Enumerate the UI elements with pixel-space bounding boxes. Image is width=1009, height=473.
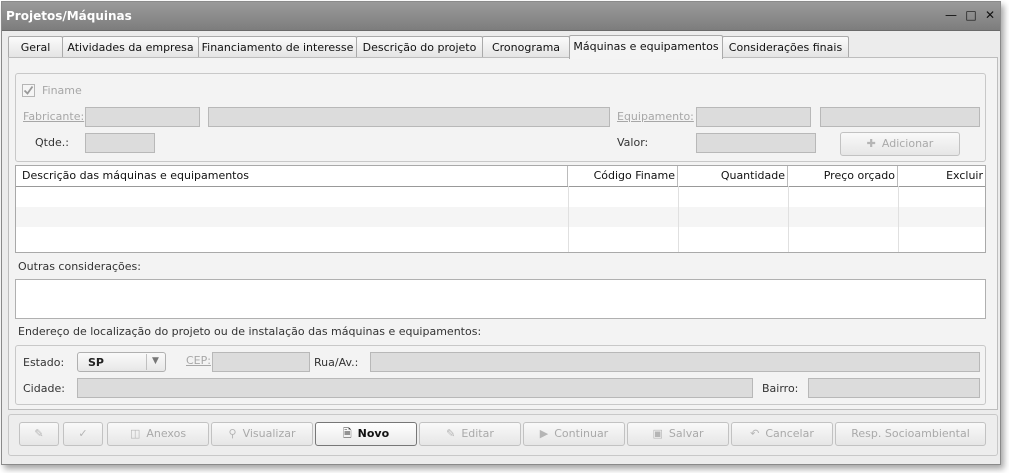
estado-select[interactable]: SP ▼ [77, 352, 166, 372]
magnifier-icon: ⚲ [228, 427, 237, 440]
novo-button[interactable]: 🗎 Novo [315, 422, 417, 446]
tab-consideracoes[interactable]: Considerações finais [722, 36, 849, 58]
combo-divider [146, 354, 147, 370]
rua-label: Rua/Av.: [314, 356, 359, 369]
tab-descricao[interactable]: Descrição do projeto [356, 36, 483, 58]
table-row [16, 207, 985, 227]
cancelar-button[interactable]: ↶ Cancelar [731, 422, 833, 446]
table-row [16, 187, 985, 207]
check-note-icon: ✓ [78, 427, 88, 440]
fabricante-code-field[interactable] [85, 107, 200, 127]
table-header: Descrição das máquinas e equipamentos Có… [16, 166, 985, 187]
floppy-icon: ▣ [652, 427, 663, 440]
undo-arrow-icon: ↶ [750, 427, 760, 440]
finame-label: Finame [42, 84, 82, 97]
valor-label: Valor: [617, 136, 649, 149]
window-title: Projetos/Máquinas [6, 9, 132, 23]
valor-field[interactable] [696, 133, 816, 153]
resp-socioambiental-button[interactable]: Resp. Socioambiental [835, 422, 986, 446]
rua-field[interactable] [370, 352, 980, 372]
endereco-section-label: Endereço de localização do projeto ou de… [18, 325, 482, 338]
editar-button[interactable]: ✎ Editar [419, 422, 521, 446]
salvar-button[interactable]: ▣ Salvar [627, 422, 729, 446]
table-row [16, 227, 985, 247]
novo-label: Novo [357, 427, 390, 440]
col-excluir[interactable]: Excluir [898, 166, 985, 186]
qtde-field[interactable] [85, 133, 155, 153]
fabricante-name-field[interactable] [208, 107, 610, 127]
col-preco-orcado[interactable]: Preço orçado [788, 166, 898, 186]
salvar-label: Salvar [668, 427, 704, 440]
column-divider [788, 186, 789, 252]
continuar-button[interactable]: ▶ Continuar [523, 422, 625, 446]
play-icon: ▶ [539, 427, 549, 440]
note-edit-button[interactable]: ✎ [19, 422, 59, 446]
visualizar-label: Visualizar [242, 427, 296, 440]
continuar-label: Continuar [554, 427, 609, 440]
equipment-entry-group: Finame Fabricante: Equipamento: Qtde.: V… [15, 73, 986, 162]
action-toolbar: ✎ ✓ ◫ Anexos ⚲ Visualizar 🗎 Novo ✎ Editar ▶ C… [8, 414, 998, 456]
col-quantidade[interactable]: Quantidade [678, 166, 788, 186]
bairro-field[interactable] [808, 378, 980, 398]
tab-financiamento[interactable]: Financiamento de interesse [198, 36, 357, 58]
column-divider [678, 186, 679, 252]
tab-panel-maquinas: Finame Fabricante: Equipamento: Qtde.: V… [8, 57, 998, 410]
column-divider [898, 186, 899, 252]
endereco-group: Estado: SP ▼ CEP: Rua/Av.: Cidade: Bairr… [15, 345, 986, 405]
visualizar-button[interactable]: ⚲ Visualizar [211, 422, 313, 446]
adicionar-label: Adicionar [881, 137, 934, 150]
cancelar-label: Cancelar [765, 427, 814, 440]
column-divider [568, 186, 569, 252]
maximize-icon[interactable]: □ [964, 8, 978, 22]
col-descricao[interactable]: Descrição das máquinas e equipamentos [16, 166, 568, 186]
chevron-down-icon[interactable]: ▼ [152, 356, 159, 366]
close-icon[interactable]: ✕ [983, 8, 997, 22]
cep-field[interactable] [212, 352, 310, 372]
cidade-label: Cidade: [23, 382, 65, 395]
minimize-icon[interactable]: — [944, 8, 958, 22]
paperclip-icon: ◫ [129, 427, 141, 440]
plus-icon: ✚ [866, 137, 876, 150]
note-check-button[interactable]: ✓ [63, 422, 103, 446]
anexos-button[interactable]: ◫ Anexos [107, 422, 209, 446]
title-bar[interactable]: Projetos/Máquinas — □ ✕ [2, 2, 1000, 31]
anexos-label: Anexos [146, 427, 187, 440]
projetos-maquinas-window: Projetos/Máquinas — □ ✕ Geral Atividades… [1, 1, 1001, 465]
editar-label: Editar [461, 427, 494, 440]
estado-label: Estado: [23, 356, 65, 369]
estado-value: SP [88, 356, 104, 369]
cep-link[interactable]: CEP: [186, 354, 211, 367]
equipamento-code-field[interactable] [696, 107, 811, 127]
qtde-label: Qtde.: [35, 136, 69, 149]
pencil-icon: ✎ [446, 427, 456, 440]
tab-atividades[interactable]: Atividades da empresa [62, 36, 199, 58]
new-document-icon: 🗎 [342, 427, 352, 440]
outras-consideracoes-label: Outras considerações: [18, 260, 141, 273]
bairro-label: Bairro: [762, 382, 799, 395]
edit-note-icon: ✎ [34, 427, 44, 440]
fabricante-link[interactable]: Fabricante: [23, 110, 84, 123]
outras-consideracoes-textarea[interactable] [15, 279, 986, 319]
tab-cronograma[interactable]: Cronograma [482, 36, 570, 58]
adicionar-button[interactable]: ✚ Adicionar [840, 132, 960, 156]
checkmark-icon [23, 85, 34, 95]
resp-socioambiental-label: Resp. Socioambiental [851, 427, 970, 440]
tab-strip: Geral Atividades da empresa Financiament… [8, 35, 998, 59]
tab-maquinas[interactable]: Máquinas e equipamentos [569, 35, 723, 59]
col-codigo-finame[interactable]: Código Finame [568, 166, 678, 186]
finame-checkbox[interactable] [22, 84, 35, 97]
equipamento-name-field[interactable] [820, 107, 980, 127]
equipment-table[interactable]: Descrição das máquinas e equipamentos Có… [15, 165, 986, 253]
tab-geral[interactable]: Geral [8, 36, 63, 58]
equipamento-link[interactable]: Equipamento: [617, 110, 694, 123]
cidade-field[interactable] [77, 378, 753, 398]
